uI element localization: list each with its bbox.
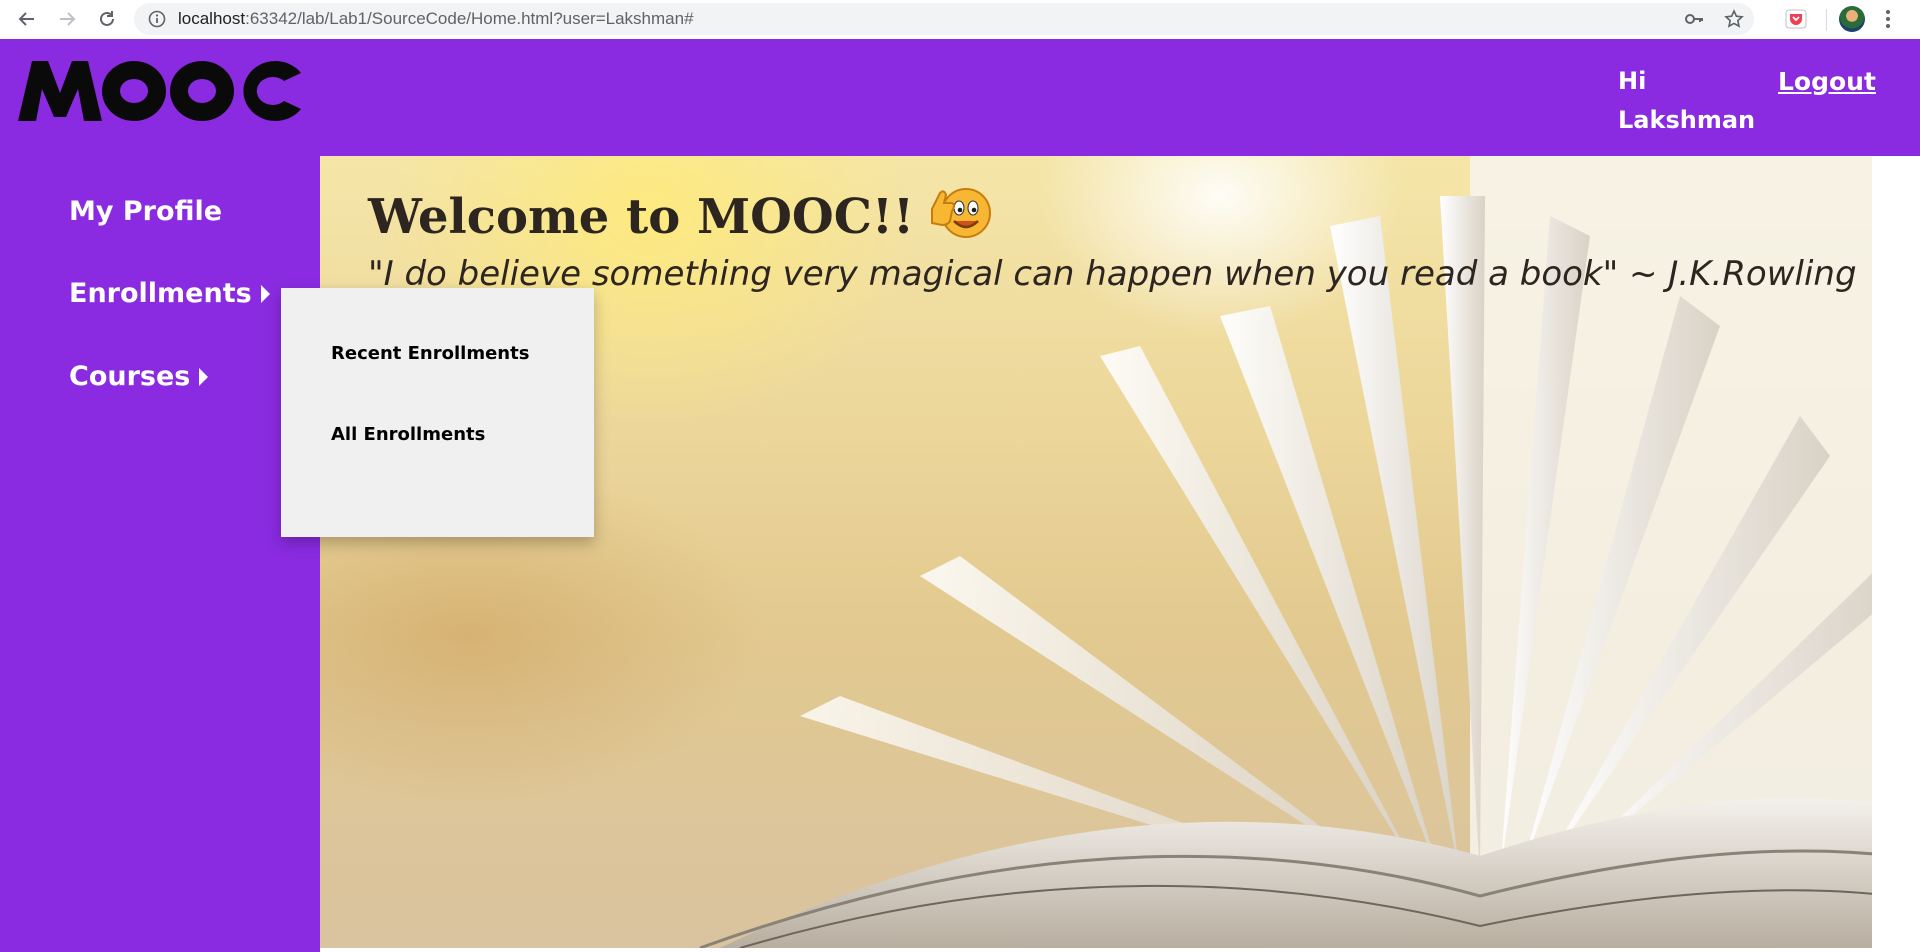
key-icon[interactable] <box>1684 9 1704 33</box>
caret-right-icon <box>260 284 270 303</box>
pocket-icon[interactable] <box>1784 7 1808 35</box>
thumbs-up-smiley-icon <box>926 181 992 253</box>
caret-right-icon <box>199 367 209 386</box>
hero-banner: Welcome to MOOC!! "I do believe somethin… <box>320 156 1894 948</box>
profile-avatar[interactable] <box>1839 6 1865 32</box>
site-header: Hi Lakshman Logout <box>0 39 1920 156</box>
browser-toolbar: localhost:63342/lab/Lab1/SourceCode/Home… <box>0 0 1920 40</box>
info-icon[interactable] <box>148 10 166 32</box>
sidebar-item-label: My Profile <box>69 196 223 227</box>
menu-dots-icon[interactable] <box>1882 7 1894 35</box>
forward-arrow-icon[interactable] <box>52 4 82 34</box>
toolbar-divider <box>1826 9 1827 31</box>
reload-icon[interactable] <box>92 4 122 34</box>
logout-link[interactable]: Logout <box>1778 62 1876 101</box>
sidebar-item-enrollments[interactable]: Enrollments <box>69 278 270 309</box>
url-path: :63342/lab/Lab1/SourceCode/Home.html?use… <box>245 9 694 28</box>
star-icon[interactable] <box>1724 9 1744 33</box>
back-arrow-icon[interactable] <box>12 4 42 34</box>
url-host: localhost <box>178 9 246 28</box>
sidebar-item-label: Courses <box>69 361 191 392</box>
menu-item-all-enrollments[interactable]: All Enrollments <box>331 424 485 445</box>
welcome-text: Welcome to MOOC!! <box>368 189 915 245</box>
sidebar-item-label: Enrollments <box>69 278 252 309</box>
url-text[interactable]: localhost:63342/lab/Lab1/SourceCode/Home… <box>178 9 694 29</box>
enrollments-dropdown: Recent Enrollments All Enrollments <box>281 288 594 537</box>
mooc-logo[interactable] <box>18 59 301 127</box>
address-bar[interactable]: localhost:63342/lab/Lab1/SourceCode/Home… <box>134 3 1754 35</box>
sidebar: My Profile Enrollments Courses <box>0 156 320 952</box>
user-greeting: Hi Lakshman <box>1618 67 1756 134</box>
welcome-heading: Welcome to MOOC!! <box>368 181 992 253</box>
sidebar-item-my-profile[interactable]: My Profile <box>69 196 222 227</box>
sidebar-item-courses[interactable]: Courses <box>69 361 209 392</box>
menu-item-recent-enrollments[interactable]: Recent Enrollments <box>331 343 529 364</box>
